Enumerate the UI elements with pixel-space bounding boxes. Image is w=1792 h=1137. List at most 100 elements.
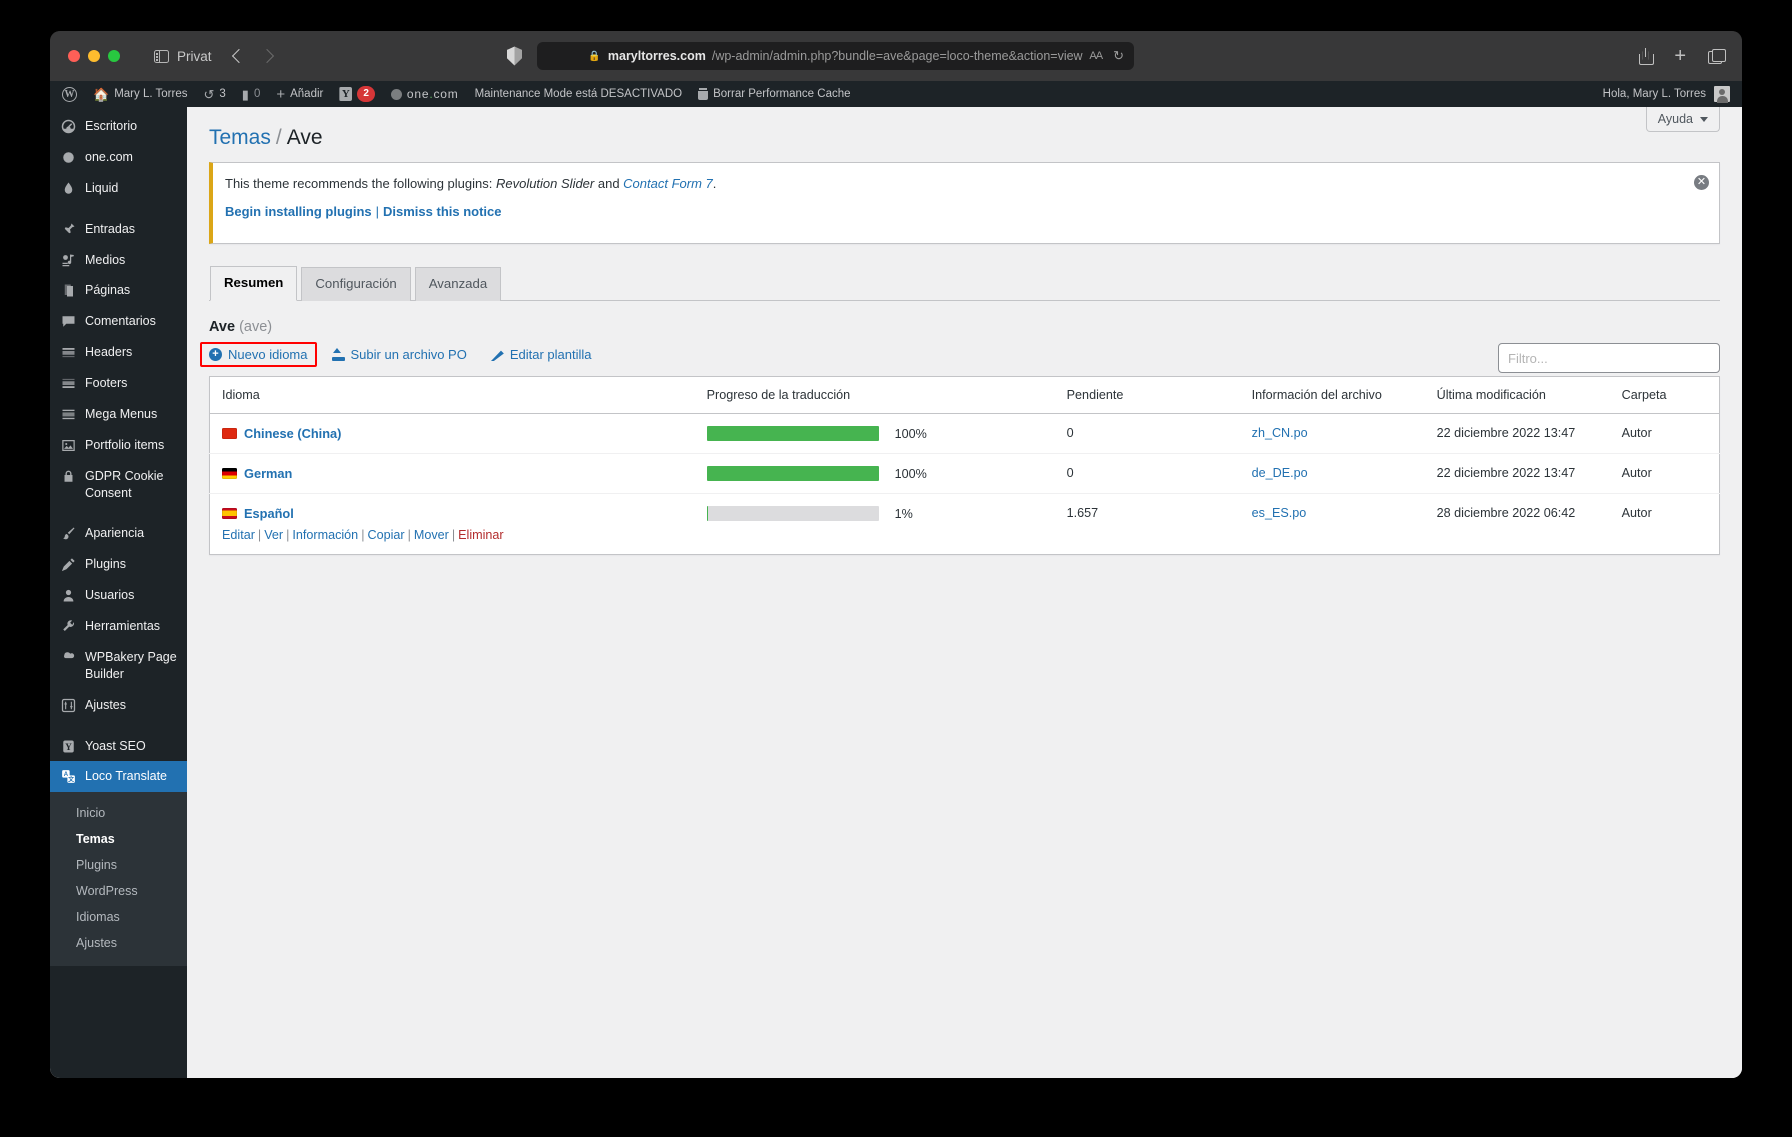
sidebar-item-herramientas[interactable]: Herramientas [50, 611, 187, 642]
row-action-informaci-n[interactable]: Información [292, 528, 358, 542]
bundle-heading: Ave (ave) [209, 301, 1720, 347]
minimize-window-button[interactable] [88, 50, 100, 62]
row-action-editar[interactable]: Editar [222, 528, 255, 542]
adminbar-site-name[interactable]: 🏠 Mary L. Torres [85, 81, 195, 107]
sidebar-item-mega-menus[interactable]: Mega Menus [50, 399, 187, 430]
sidebar-item-entradas[interactable]: Entradas [50, 214, 187, 245]
bundle-actionbar: + Nuevo idioma Subir un archivo PO Edita… [200, 342, 1720, 376]
adminbar-new-content[interactable]: + Añadir [268, 81, 331, 107]
sidebar-item-one-com[interactable]: one.com [50, 142, 187, 173]
plus-circle-icon: + [209, 348, 222, 362]
sidebar-item-portfolio-items[interactable]: Portfolio items [50, 430, 187, 461]
sidebar-item-p-ginas[interactable]: Páginas [50, 275, 187, 306]
row-action-copiar[interactable]: Copiar [367, 528, 404, 542]
forward-icon[interactable] [259, 48, 274, 64]
upload-po-button[interactable]: Subir un archivo PO [331, 347, 467, 362]
submenu-item-idiomas[interactable]: Idiomas [50, 904, 187, 930]
sidebar-item-gdpr-cookie-consent[interactable]: GDPR Cookie Consent [50, 461, 187, 509]
close-window-button[interactable] [68, 50, 80, 62]
cell-language: Español Editar | Ver | Información | Copiar | Mov… [210, 494, 695, 555]
sidebar-item-escritorio[interactable]: Escritorio [50, 111, 187, 142]
browser-nav-arrows[interactable] [231, 48, 274, 64]
sidebar-item-yoast-seo[interactable]: Y Yoast SEO [50, 731, 187, 762]
cell-language: German [209, 453, 695, 495]
adminbar-onecom[interactable]: one.com [383, 81, 467, 107]
new-tab-icon[interactable]: + [1674, 46, 1686, 66]
share-icon[interactable] [1639, 48, 1655, 65]
sidebar-item-loco-translate[interactable]: A 文 Loco Translate [50, 761, 187, 793]
new-language-label: Nuevo idioma [228, 347, 308, 363]
adminbar-yoast[interactable]: 2 [331, 81, 383, 107]
adminbar-my-account[interactable]: Hola, Mary L. Torres [1595, 81, 1738, 107]
sidebar-item-wpbakery-page-builder[interactable]: WPBakery Page Builder [50, 642, 187, 690]
sidebar-item-ajustes[interactable]: Ajustes [50, 690, 187, 721]
back-icon[interactable] [231, 48, 246, 64]
address-bar-actions[interactable]: AA ↻ [1089, 48, 1124, 64]
new-language-button[interactable]: + Nuevo idioma [200, 342, 317, 368]
row-action-ver[interactable]: Ver [264, 528, 283, 542]
submenu-item-wordpress[interactable]: WordPress [50, 878, 187, 904]
sidebar-item-liquid[interactable]: Liquid [50, 173, 187, 204]
sidebar-item-label: Medios [85, 252, 126, 267]
submenu-item-ajustes[interactable]: Ajustes [50, 930, 187, 956]
adminbar-clear-cache[interactable]: Borrar Performance Cache [690, 81, 858, 107]
tab-configuraci-n[interactable]: Configuración [301, 266, 411, 302]
notice-plugin-two-link[interactable]: Contact Form 7 [623, 176, 713, 191]
admin-content: Ayuda Temas / Ave This theme recommends th… [187, 107, 1742, 1078]
address-bar[interactable]: 🔒 maryltorres.com /wp-admin/admin.php?bu… [537, 42, 1134, 70]
file-link[interactable]: de_DE.po [1252, 466, 1308, 480]
reload-icon[interactable]: ↻ [1113, 48, 1124, 64]
adminbar-maintenance-mode[interactable]: Maintenance Mode está DESACTIVADO [467, 81, 691, 107]
submenu-item-inicio[interactable]: Inicio [50, 800, 187, 826]
close-icon[interactable]: ✕ [1694, 175, 1709, 190]
dismiss-notice-link[interactable]: Dismiss this notice [383, 204, 501, 219]
file-link[interactable]: zh_CN.po [1252, 426, 1308, 440]
text-size-icon[interactable]: AA [1089, 50, 1103, 62]
help-tab-button[interactable]: Ayuda [1645, 107, 1720, 132]
window-controls[interactable] [68, 50, 120, 62]
begin-installing-plugins-link[interactable]: Begin installing plugins [225, 204, 372, 219]
submenu-item-temas[interactable]: Temas [50, 826, 187, 852]
notice-links: Begin installing plugins | Dismiss this no… [225, 202, 1707, 223]
help-tab-label: Ayuda [1657, 112, 1693, 126]
header-layout-icon [59, 345, 77, 360]
language-link[interactable]: Español [244, 506, 294, 521]
admin-sidebar-menu: Escritorio one.com Liquid Entradas Medios Pág… [50, 107, 187, 1078]
language-link[interactable]: German [244, 466, 292, 481]
breadcrumb-parent-link[interactable]: Temas [209, 126, 271, 149]
row-action-separator: | [286, 528, 290, 543]
adminbar-comments[interactable]: ▮ 0 [234, 81, 269, 107]
browser-toolbar-right[interactable]: + [1639, 46, 1726, 66]
cell-folder: Autor [1609, 453, 1720, 495]
pages-icon [59, 283, 77, 298]
sidebar-item-comentarios[interactable]: Comentarios [50, 306, 187, 337]
cell-modified: 22 diciembre 2022 13:47 [1424, 413, 1610, 455]
column-header: Progreso de la traducción [694, 376, 1055, 415]
privacy-shield-icon[interactable] [507, 46, 522, 66]
edit-template-button[interactable]: Editar plantilla [490, 347, 592, 362]
sidebar-item-apariencia[interactable]: Apariencia [50, 518, 187, 549]
chevron-down-icon [1700, 116, 1708, 122]
sidebar-item-medios[interactable]: Medios [50, 245, 187, 276]
sidebar-toggle-button[interactable]: Privat [154, 49, 212, 64]
sidebar-item-footers[interactable]: Footers [50, 368, 187, 399]
browser-titlebar: Privat 🔒 maryltorres.com /wp-admin/admin… [50, 31, 1742, 81]
sidebar-item-usuarios[interactable]: Usuarios [50, 580, 187, 611]
sidebar-item-headers[interactable]: Headers [50, 337, 187, 368]
submenu-item-plugins[interactable]: Plugins [50, 852, 187, 878]
file-link[interactable]: es_ES.po [1252, 506, 1307, 520]
tab-resumen[interactable]: Resumen [210, 265, 298, 302]
media-icon [59, 253, 77, 268]
adminbar-wp-logo[interactable]: W [54, 81, 85, 107]
row-action-mover[interactable]: Mover [414, 528, 449, 542]
filter-input[interactable] [1498, 343, 1720, 374]
language-link[interactable]: Chinese (China) [244, 426, 341, 441]
row-action-eliminar[interactable]: Eliminar [458, 528, 504, 542]
adminbar-updates[interactable]: ↺ 3 [195, 81, 233, 107]
row-action-separator: | [451, 528, 456, 543]
sidebar-item-plugins[interactable]: Plugins [50, 549, 187, 580]
maximize-window-button[interactable] [108, 50, 120, 62]
tab-avanzada[interactable]: Avanzada [414, 266, 502, 302]
sidebar-item-label: Plugins [85, 557, 126, 572]
tab-overview-icon[interactable] [1708, 49, 1726, 64]
